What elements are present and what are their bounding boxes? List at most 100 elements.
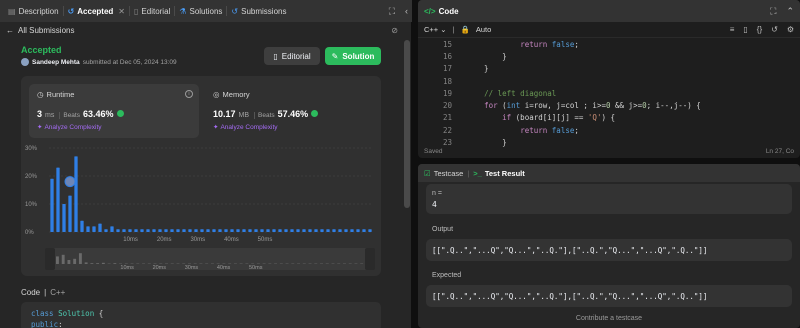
x-tick-label: 10ms [123,237,138,243]
navigator-bar [101,262,105,264]
format-icon[interactable]: ≡ [730,25,735,34]
arrow-left-icon[interactable]: ← [6,26,14,35]
chart-bar [368,229,372,232]
chart-bar [110,226,114,232]
chart-bar [332,229,336,232]
navigator-bar [67,260,71,264]
scrollbar[interactable] [403,40,411,328]
all-submissions-bar: ← All Submissions ⊘ [0,22,404,38]
chevron-up-icon[interactable]: ⌃ [786,6,794,17]
braces-icon[interactable]: {} [757,25,762,34]
expected-label: Expected [432,272,462,279]
navigator-bar [96,263,100,264]
code-line: 17 } [418,63,800,75]
chart-bar [314,229,318,232]
y-tick-label: 0% [25,230,34,236]
input-label: n = [432,189,442,197]
tab-solutions[interactable]: ⚗ Solutions [175,0,226,22]
chart-bar [254,229,258,232]
solution-button-label: Solution [342,51,375,61]
chart-bar [68,195,72,232]
code-editor-panel: </> Code ⛶ ⌃ C++ ⌄ | 🔒 Auto ≡ ▯ {} ↺ ⚙ 1… [418,0,800,158]
x-tick-label: 20ms [157,237,172,243]
line-code: return false; [520,39,579,49]
chart-bar [290,229,294,232]
all-submissions-link[interactable]: All Submissions [18,26,74,35]
chart-bar [74,156,78,232]
navigator-tick-label: 40ms [217,265,231,271]
submission-panel: ▤ Description ↺ Accepted ✕ ▯ Editorial ⚗… [0,0,412,328]
code-line: public: [31,320,63,328]
chevron-left-icon[interactable]: ‹ [405,6,408,16]
chart-bar [320,229,324,232]
auto-mode[interactable]: Auto [476,25,491,34]
avatar[interactable] [21,58,29,66]
reset-icon[interactable]: ↺ [771,25,778,34]
chart-bar [62,204,66,232]
chart-bar [86,226,90,232]
code-line: 20 for (int i=row, j=col ; i>=0 && j>=0;… [418,99,800,111]
code-lines[interactable]: 15 return false; 16 } 17 } 18 19 // left dia… [418,38,800,149]
author-name[interactable]: Sandeep Mehta [32,59,80,66]
submission-author: Sandeep Mehta submitted at Dec 05, 2024 … [21,58,177,66]
tab-accepted[interactable]: ↺ Accepted ✕ [64,0,129,22]
runtime-distribution-chart[interactable]: 30% 20% 10% 0% 10ms 20ms 30ms 40ms 50ms 10ms 20ms 3… [21,76,381,276]
code-line: 18 [418,75,800,87]
chart-bar [296,229,300,232]
y-tick-label: 10% [25,202,38,208]
language-select[interactable]: C++ ⌄ [424,25,447,34]
bookmark-icon[interactable]: ▯ [743,25,747,34]
navigator-bar [90,263,94,264]
chart-bar [182,229,186,232]
chart-bar [284,229,288,232]
navigator-bar [78,253,82,264]
performance-card: ◷ Runtime i 3 ms Beats 63.46% ✦ Analyze … [21,76,381,276]
book-icon: ▯ [134,6,139,16]
user-marker [64,176,76,188]
tab-submissions[interactable]: ↺ Submissions [227,0,290,22]
solution-button[interactable]: ✎ Solution [325,47,381,65]
scrollbar-thumb[interactable] [404,40,410,208]
maximize-icon[interactable]: ⛶ [389,6,395,17]
link-icon[interactable]: ⊘ [391,26,398,35]
edit-icon: ✎ [331,51,339,61]
tab-test-result[interactable]: >_ Test Result [473,169,524,178]
book-icon: ▯ [273,51,278,61]
chart-bar [164,229,168,232]
tab-editorial[interactable]: ▯ Editorial [130,0,174,22]
tab-bar-controls: ⛶ ‹ [389,0,408,22]
tab-label: Editorial [141,6,171,16]
line-code: return false; [520,125,579,135]
code-editor-title[interactable]: Code [439,7,459,16]
chart-bar [104,229,108,232]
line-number: 21 [442,113,452,123]
chart-bar [200,229,204,232]
contribute-testcase-link[interactable]: Contribute a testcase [418,315,800,328]
tab-testcase[interactable]: ☑ Testcase [424,169,463,178]
chart-navigator [45,248,375,270]
chart-bar [188,229,192,232]
chart-bar [242,229,246,232]
navigator-tick-label: 10ms [120,265,134,271]
test-tab-bar: ☑ Testcase | >_ Test Result [418,164,800,182]
tab-description[interactable]: ▤ Description [4,0,63,22]
close-icon[interactable]: ✕ [118,7,125,16]
code-line: 21 if (board[i][j] == 'Q') { [418,112,800,124]
maximize-icon[interactable]: ⛶ [770,6,776,17]
settings-icon[interactable]: ⚙ [787,25,794,34]
chart-bar [98,223,102,232]
code-editor-toolbar: C++ ⌄ | 🔒 Auto ≡ ▯ {} ↺ ⚙ [418,22,800,38]
submitted-time: submitted at Dec 05, 2024 13:09 [82,58,177,66]
editorial-button[interactable]: ▯ Editorial [264,47,320,65]
submitted-code[interactable]: class Solution { public: [21,302,381,328]
code-line: 16 } [418,50,800,62]
cursor-position: Ln 27, Co [765,147,794,155]
navigator-handle-left [45,248,55,270]
chart-bar [278,229,282,232]
chart-bar [128,229,132,232]
submission-status: Accepted [21,45,62,55]
tab-label: Accepted [77,6,114,16]
y-tick-label: 30% [25,146,38,152]
navigator-tick-label: 20ms [153,265,167,271]
x-tick-label: 50ms [258,237,273,243]
